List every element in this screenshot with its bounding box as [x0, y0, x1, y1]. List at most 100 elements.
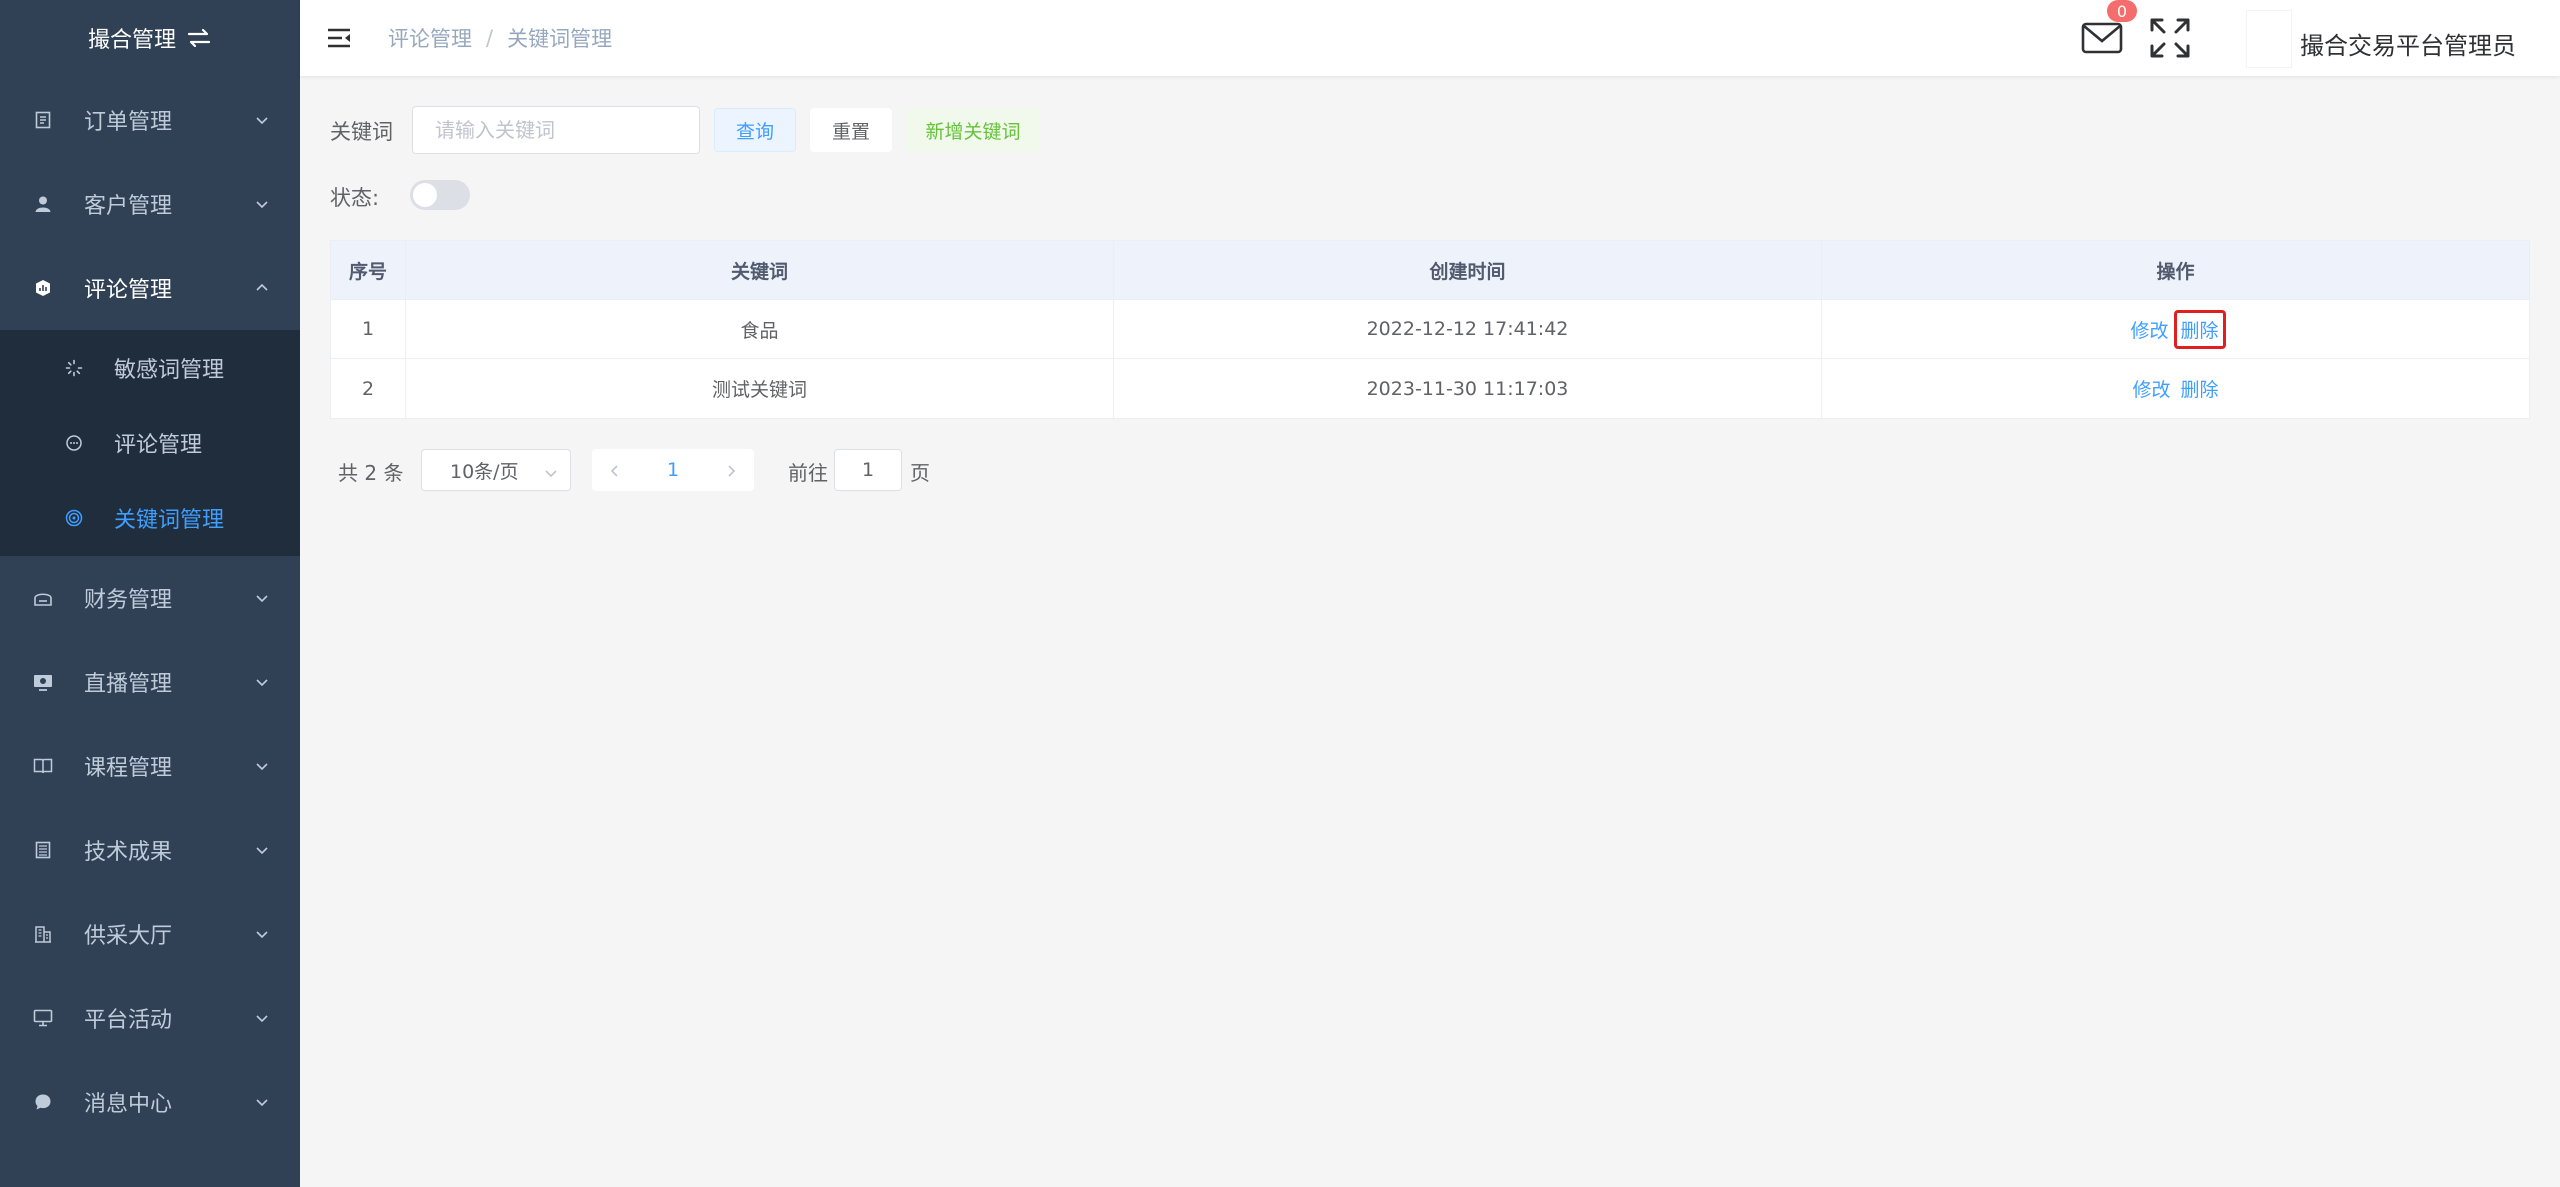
- submenu-item-label: 敏感词管理: [114, 357, 225, 383]
- submenu-item-sensitive-words[interactable]: 敏感词管理: [0, 330, 300, 405]
- list-icon: [33, 840, 53, 860]
- goto-page-input[interactable]: [834, 449, 902, 491]
- sidebar-item-label: 平台活动: [84, 1008, 173, 1033]
- pager: 1: [592, 449, 754, 491]
- cell-index: 2: [331, 359, 406, 418]
- cell-actions: 修改 删除: [1822, 300, 2529, 358]
- sidebar-item-orders[interactable]: 订单管理: [0, 78, 300, 162]
- sidebar-item-customers[interactable]: 客户管理: [0, 162, 300, 246]
- next-page-icon[interactable]: [724, 463, 738, 477]
- loading-icon: [64, 358, 84, 378]
- chevron-down-icon: [254, 926, 270, 942]
- sidebar-item-courses[interactable]: 课程管理: [0, 724, 300, 808]
- sidebar-item-messages[interactable]: 消息中心: [0, 1060, 300, 1144]
- page-size-select[interactable]: 10条/页: [421, 449, 571, 491]
- breadcrumb-separator: /: [486, 26, 494, 50]
- cell-keyword: 测试关键词: [406, 359, 1114, 418]
- chat-dot-icon: [64, 433, 84, 453]
- status-label: 状态:: [330, 186, 380, 210]
- submenu-item-label: 关键词管理: [114, 507, 225, 533]
- cell-created: 2022-12-12 17:41:42: [1114, 300, 1822, 358]
- table-row: 2 测试关键词 2023-11-30 11:17:03 修改 删除: [331, 359, 2529, 418]
- delete-link[interactable]: 删除: [2173, 309, 2226, 349]
- mail-count-badge: 0: [2107, 0, 2137, 22]
- prev-page-icon[interactable]: [608, 463, 622, 477]
- sidebar-item-tech-results[interactable]: 技术成果: [0, 808, 300, 892]
- chevron-down-icon: [544, 463, 558, 478]
- breadcrumb-item-comments[interactable]: 评论管理: [388, 23, 472, 53]
- target-icon: [64, 508, 84, 528]
- column-header-keyword: 关键词: [406, 241, 1114, 299]
- mail-icon[interactable]: [2080, 18, 2124, 58]
- chevron-down-icon: [254, 196, 270, 212]
- sidebar-item-label: 技术成果: [84, 840, 173, 865]
- page-suffix-label: 页: [910, 461, 930, 485]
- hamburger-icon[interactable]: [326, 26, 352, 50]
- comments-submenu: 敏感词管理 评论管理 关键词管理: [0, 330, 300, 556]
- sidebar-item-label: 客户管理: [84, 194, 173, 219]
- sidebar-item-label: 订单管理: [84, 110, 173, 135]
- sidebar-item-label: 课程管理: [84, 756, 173, 781]
- fullscreen-icon[interactable]: [2148, 16, 2192, 60]
- chevron-up-icon: [254, 280, 270, 296]
- top-navbar: 评论管理 / 关键词管理 0 撮合交易平台管理员: [300, 0, 2560, 76]
- sidebar-item-label: 消息中心: [84, 1092, 173, 1117]
- user-icon: [33, 194, 53, 214]
- finance-icon: [33, 588, 53, 608]
- breadcrumb: 评论管理 / 关键词管理: [388, 0, 612, 76]
- add-keyword-button[interactable]: 新增关键词: [906, 108, 1040, 152]
- avatar[interactable]: [2246, 10, 2292, 68]
- message-icon: [33, 1092, 53, 1112]
- goto-label: 前往: [788, 461, 828, 485]
- switch-knob: [413, 183, 437, 207]
- sidebar-item-label: 供采大厅: [84, 924, 173, 949]
- column-header-created: 创建时间: [1114, 241, 1822, 299]
- cell-keyword: 食品: [406, 300, 1114, 358]
- app-title-text: 撮合管理: [87, 28, 176, 53]
- chevron-down-icon: [254, 1010, 270, 1026]
- reset-button[interactable]: 重置: [810, 108, 892, 152]
- user-name[interactable]: 撮合交易平台管理员: [2300, 0, 2516, 86]
- chevron-down-icon: [254, 1094, 270, 1110]
- monitor-icon: [33, 1008, 53, 1028]
- query-button[interactable]: 查询: [714, 108, 796, 152]
- keyword-table: 序号 关键词 创建时间 操作 1 食品 2022-12-12 17:41:42 …: [330, 240, 2530, 419]
- sidebar-item-comments[interactable]: 评论管理: [0, 246, 300, 330]
- sidebar: 撮合管理 订单管理 客户管理 评论管理 敏感词管理 评论管理 关键词管理 财务管…: [0, 0, 300, 1187]
- sidebar-item-procurement[interactable]: 供采大厅: [0, 892, 300, 976]
- chart-shield-icon: [33, 278, 53, 298]
- sidebar-item-live[interactable]: 直播管理: [0, 640, 300, 724]
- table-header-row: 序号 关键词 创建时间 操作: [331, 241, 2529, 300]
- app-title: 撮合管理: [0, 0, 300, 76]
- chevron-down-icon: [254, 758, 270, 774]
- live-icon: [33, 672, 53, 692]
- sidebar-item-finance[interactable]: 财务管理: [0, 556, 300, 640]
- switch-arrows-icon[interactable]: [186, 27, 212, 49]
- document-icon: [33, 110, 53, 130]
- page-number[interactable]: 1: [667, 459, 679, 481]
- edit-link[interactable]: 修改: [2125, 316, 2173, 343]
- cell-created: 2023-11-30 11:17:03: [1114, 359, 1822, 418]
- sidebar-item-label: 财务管理: [84, 588, 173, 613]
- building-icon: [33, 924, 53, 944]
- keyword-label: 关键词: [330, 120, 393, 144]
- submenu-item-comments[interactable]: 评论管理: [0, 405, 300, 480]
- keyword-input[interactable]: [412, 106, 700, 154]
- column-header-index: 序号: [331, 241, 406, 299]
- submenu-item-label: 评论管理: [114, 432, 203, 458]
- sidebar-item-label: 评论管理: [84, 278, 173, 303]
- cell-index: 1: [331, 300, 406, 358]
- column-header-actions: 操作: [2156, 260, 2195, 283]
- sidebar-item-label: 直播管理: [84, 672, 173, 697]
- chevron-down-icon: [254, 112, 270, 128]
- cell-actions: 修改 删除: [1822, 359, 2529, 418]
- status-switch[interactable]: [410, 180, 470, 210]
- delete-link[interactable]: 删除: [2176, 375, 2224, 402]
- edit-link[interactable]: 修改: [2127, 375, 2175, 402]
- table-row: 1 食品 2022-12-12 17:41:42 修改 删除: [331, 300, 2529, 359]
- page-size-value: 10条/页: [450, 460, 519, 483]
- submenu-item-keywords[interactable]: 关键词管理: [0, 480, 300, 555]
- pagination-total: 共 2 条: [338, 461, 404, 485]
- chevron-down-icon: [254, 842, 270, 858]
- sidebar-item-activities[interactable]: 平台活动: [0, 976, 300, 1060]
